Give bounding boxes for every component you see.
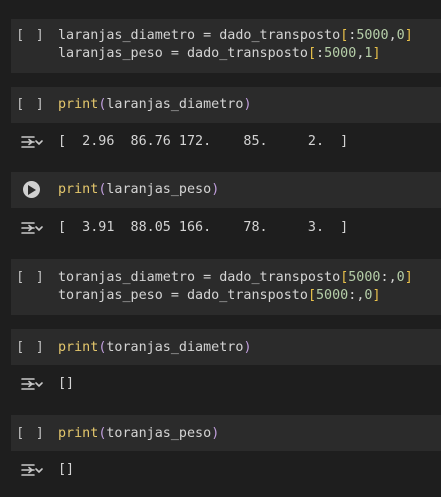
code-line: print(laranjas_peso)	[58, 182, 220, 197]
output-menu-icon[interactable]	[20, 133, 44, 151]
code-line: laranjas_peso = dado_transposto[:5000,1]	[58, 46, 381, 61]
code-editor[interactable]: print(laranjas_diametro)	[58, 96, 252, 114]
code-line: print(toranjas_diametro)	[58, 340, 252, 355]
code-editor[interactable]: toranjas_diametro = dado_transposto[5000…	[58, 269, 413, 305]
code-cell-1[interactable]: [ ] laranjas_diametro = dado_transposto[…	[11, 19, 441, 73]
code-cell-2[interactable]: [ ] print(laranjas_diametro)	[11, 87, 441, 123]
output-text: [ 2.96 86.76 172. 85. 2. ]	[58, 134, 349, 149]
cell-output: [ 2.96 86.76 172. 85. 2. ]	[11, 133, 441, 153]
output-text: []	[58, 376, 75, 391]
code-editor[interactable]: print(toranjas_diametro)	[58, 339, 252, 357]
output-text: []	[58, 462, 75, 477]
code-cell-3[interactable]: print(laranjas_peso)	[11, 172, 441, 208]
run-cell-button[interactable]: [ ]	[11, 268, 51, 287]
code-line: print(toranjas_peso)	[58, 426, 220, 441]
code-editor[interactable]: print(laranjas_peso)	[58, 181, 219, 199]
run-cell-button[interactable]: [ ]	[11, 424, 51, 443]
code-editor[interactable]: print(toranjas_peso)	[58, 425, 219, 443]
run-cell-indicator[interactable]: [ ]	[16, 269, 45, 287]
code-cell-5[interactable]: [ ] print(toranjas_diametro)	[11, 329, 441, 365]
code-cell-4[interactable]: [ ] toranjas_diametro = dado_transposto[…	[11, 259, 441, 315]
cell-output: []	[11, 375, 441, 395]
output-menu-icon[interactable]	[20, 375, 44, 393]
run-cell-indicator[interactable]: [ ]	[16, 96, 45, 114]
code-line: print(laranjas_diametro)	[58, 97, 252, 112]
code-line: laranjas_diametro = dado_transposto[:500…	[58, 28, 413, 43]
code-line: toranjas_peso = dado_transposto[5000:,0]	[58, 288, 381, 303]
run-cell-button[interactable]: [ ]	[11, 95, 51, 114]
output-menu-icon[interactable]	[20, 461, 44, 479]
run-cell-indicator[interactable]: [ ]	[16, 27, 45, 45]
cell-output: [ 3.91 88.05 166. 78. 3. ]	[11, 219, 441, 239]
code-line: toranjas_diametro = dado_transposto[5000…	[58, 270, 413, 285]
cell-output: []	[11, 461, 441, 481]
run-cell-button[interactable]: [ ]	[11, 26, 51, 45]
output-text: [ 3.91 88.05 166. 78. 3. ]	[58, 220, 349, 235]
run-cell-button[interactable]	[11, 181, 51, 198]
code-editor[interactable]: laranjas_diametro = dado_transposto[:500…	[58, 27, 413, 63]
play-icon[interactable]	[22, 181, 40, 198]
run-cell-button[interactable]: [ ]	[11, 338, 51, 357]
run-cell-indicator[interactable]: [ ]	[16, 339, 45, 357]
run-cell-indicator[interactable]: [ ]	[16, 425, 45, 443]
output-menu-icon[interactable]	[20, 219, 44, 237]
code-cell-6[interactable]: [ ] print(toranjas_peso)	[11, 415, 441, 451]
